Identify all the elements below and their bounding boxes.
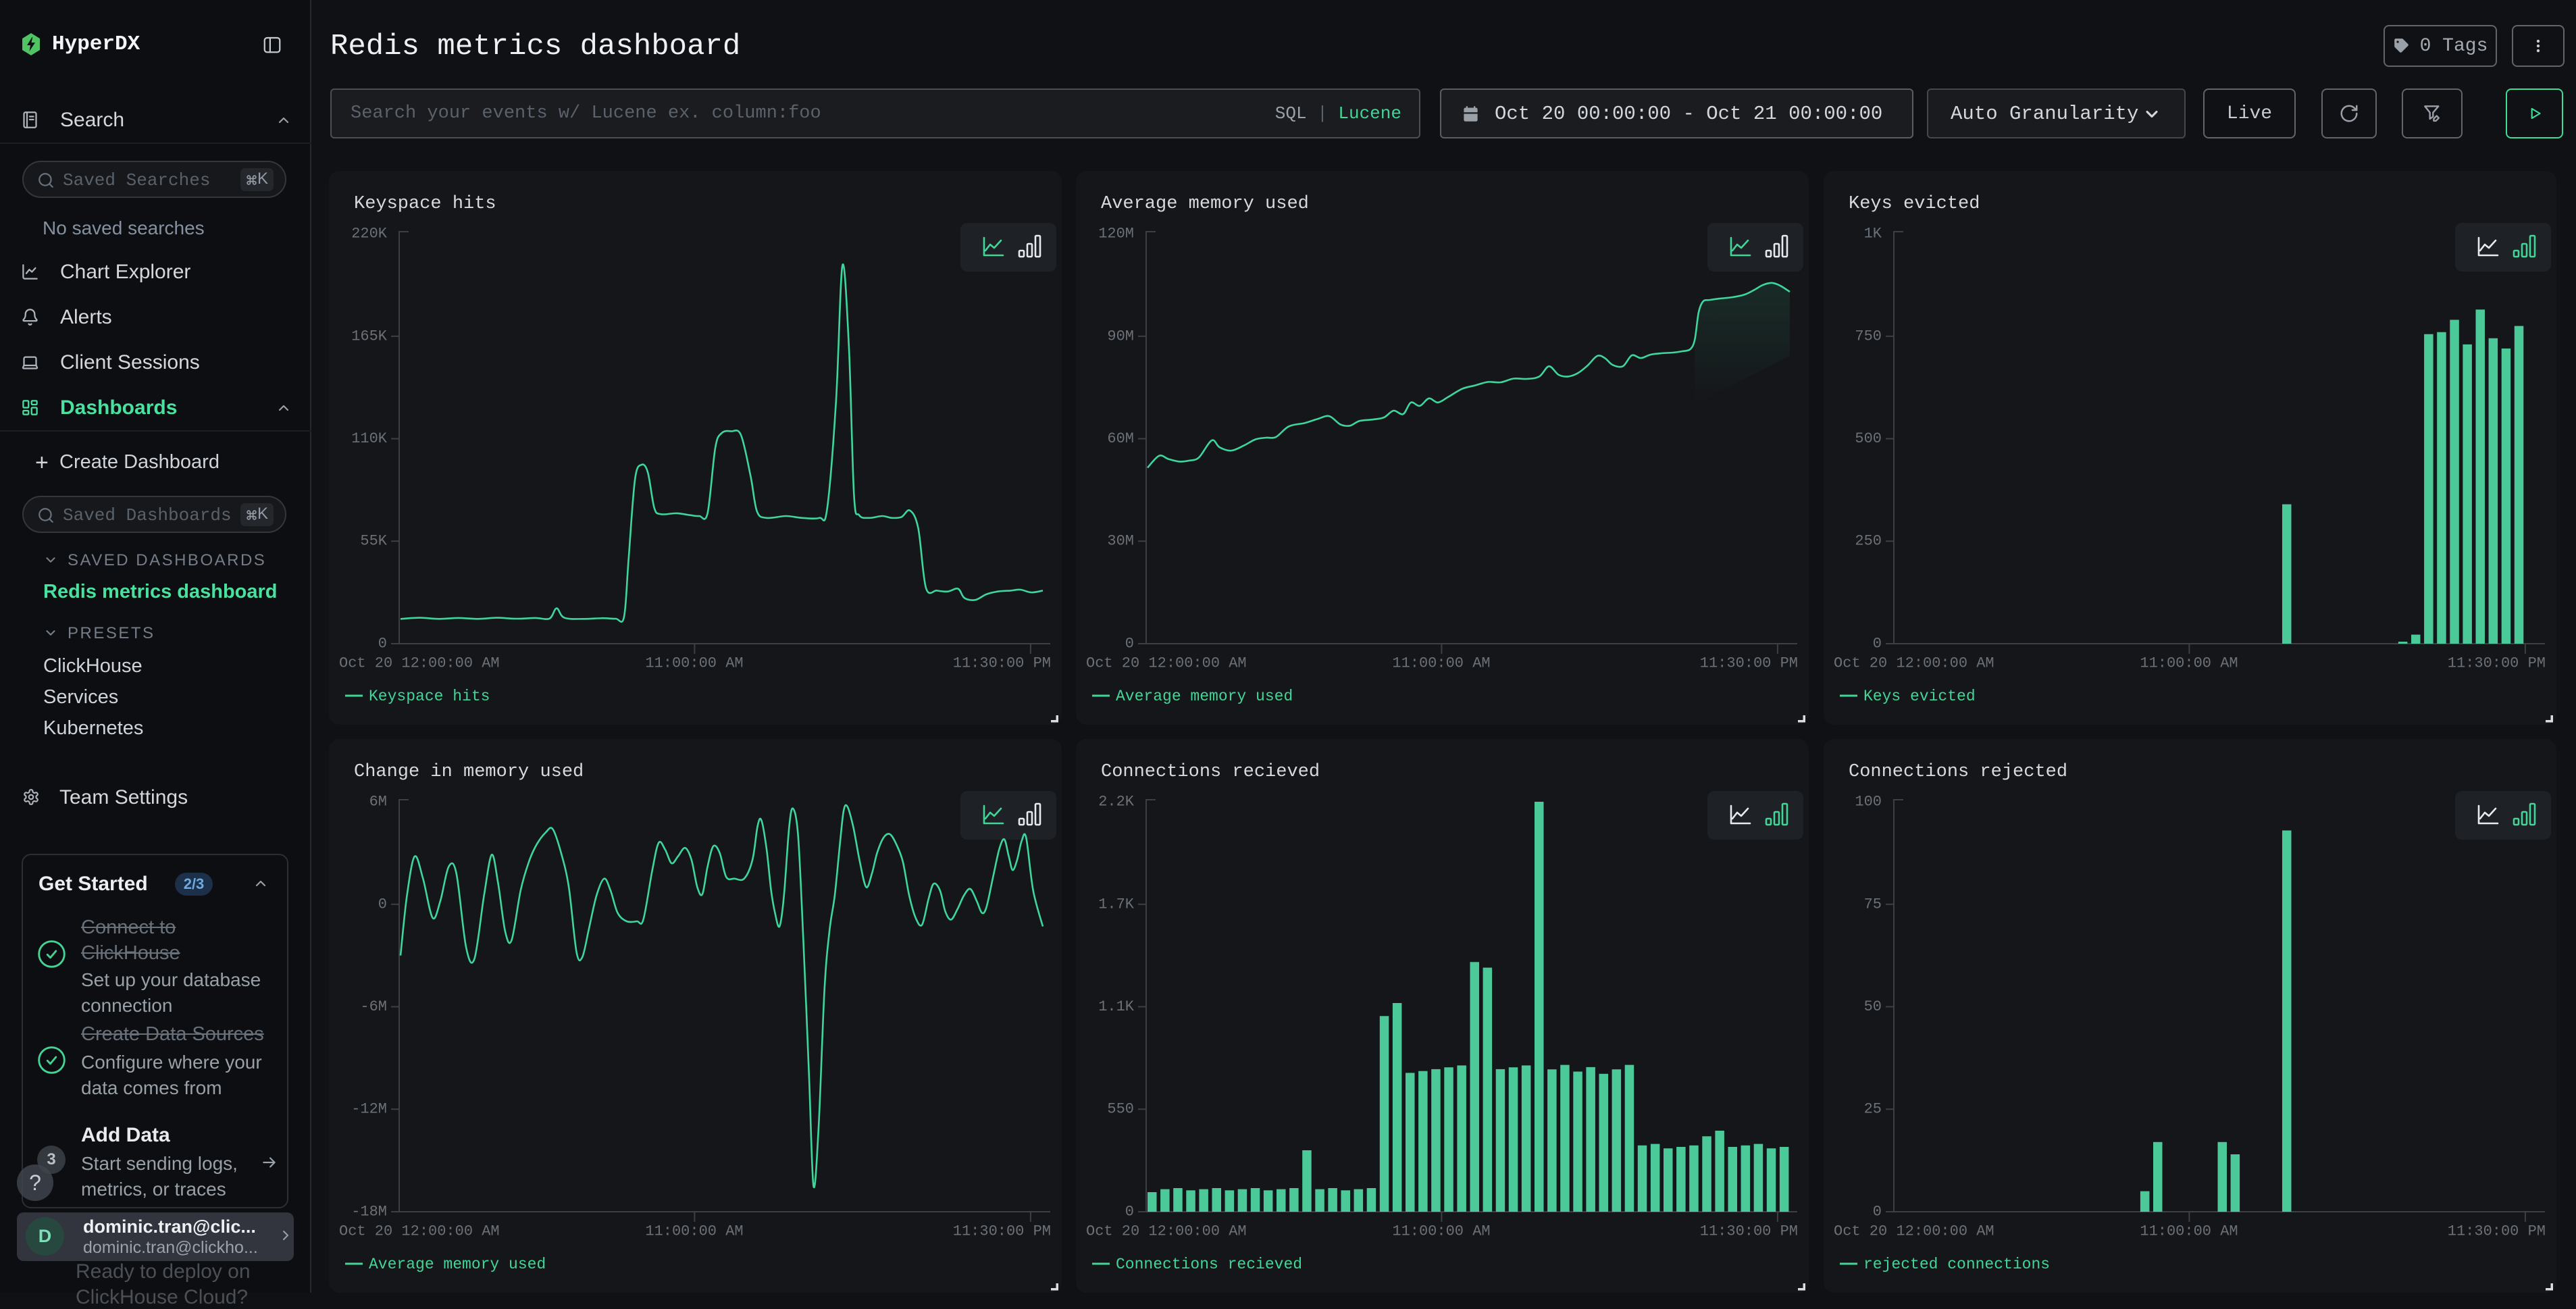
svg-text:Connections recieved: Connections recieved xyxy=(1116,1256,1302,1273)
svg-text:-18M: -18M xyxy=(351,1204,387,1221)
svg-text:Connections rejected: Connections rejected xyxy=(1849,762,2067,782)
svg-text:11:00:00 AM: 11:00:00 AM xyxy=(2140,655,2238,672)
svg-text:Oct 20 12:00:00 AM: Oct 20 12:00:00 AM xyxy=(1834,655,1994,672)
svg-text:1.7K: 1.7K xyxy=(1098,896,1135,913)
svg-text:90M: 90M xyxy=(1107,328,1134,344)
svg-text:11:00:00 AM: 11:00:00 AM xyxy=(645,655,743,672)
svg-text:11:00:00 AM: 11:00:00 AM xyxy=(645,1223,743,1240)
svg-text:0: 0 xyxy=(378,636,387,652)
svg-text:Average memory used: Average memory used xyxy=(369,1256,546,1273)
svg-text:165K: 165K xyxy=(351,328,388,344)
svg-text:55K: 55K xyxy=(360,533,387,550)
svg-text:Change in memory used: Change in memory used xyxy=(354,762,584,782)
svg-text:0: 0 xyxy=(1873,1204,1882,1221)
svg-text:Oct 20 12:00:00 AM: Oct 20 12:00:00 AM xyxy=(339,1223,500,1240)
svg-text:Keyspace hits: Keyspace hits xyxy=(354,194,496,214)
svg-text:0: 0 xyxy=(1125,636,1134,652)
svg-text:120M: 120M xyxy=(1098,226,1134,242)
svg-text:60M: 60M xyxy=(1107,430,1134,447)
svg-text:550: 550 xyxy=(1107,1101,1134,1118)
svg-text:-6M: -6M xyxy=(360,998,387,1015)
svg-text:0: 0 xyxy=(1873,636,1882,652)
svg-text:11:30:00 PM: 11:30:00 PM xyxy=(953,655,1051,672)
svg-text:Keyspace hits: Keyspace hits xyxy=(369,688,490,705)
svg-text:2.2K: 2.2K xyxy=(1098,794,1135,811)
svg-text:-12M: -12M xyxy=(351,1101,387,1118)
svg-text:11:30:00 PM: 11:30:00 PM xyxy=(1700,655,1798,672)
svg-text:11:30:00 PM: 11:30:00 PM xyxy=(2448,1223,2546,1240)
svg-text:Average memory used: Average memory used xyxy=(1116,688,1293,705)
svg-text:11:00:00 AM: 11:00:00 AM xyxy=(1392,655,1490,672)
svg-text:11:30:00 PM: 11:30:00 PM xyxy=(953,1223,1051,1240)
svg-text:Oct 20 12:00:00 AM: Oct 20 12:00:00 AM xyxy=(1086,1223,1247,1240)
svg-text:11:30:00 PM: 11:30:00 PM xyxy=(2448,655,2546,672)
svg-text:6M: 6M xyxy=(369,794,387,811)
svg-text:500: 500 xyxy=(1855,430,1882,447)
svg-text:Oct 20 12:00:00 AM: Oct 20 12:00:00 AM xyxy=(1834,1223,1994,1240)
svg-text:50: 50 xyxy=(1864,998,1882,1015)
svg-text:0: 0 xyxy=(378,896,387,913)
svg-text:Average memory used: Average memory used xyxy=(1101,194,1309,214)
svg-text:250: 250 xyxy=(1855,533,1882,550)
svg-text:100: 100 xyxy=(1855,794,1882,811)
svg-text:Oct 20 12:00:00 AM: Oct 20 12:00:00 AM xyxy=(339,655,500,672)
svg-text:1K: 1K xyxy=(1864,226,1882,242)
svg-text:Keys evicted: Keys evicted xyxy=(1849,194,1980,214)
svg-text:30M: 30M xyxy=(1107,533,1134,550)
svg-text:rejected connections: rejected connections xyxy=(1863,1256,2050,1273)
svg-text:25: 25 xyxy=(1864,1101,1882,1118)
svg-text:0: 0 xyxy=(1125,1204,1134,1221)
svg-text:220K: 220K xyxy=(351,226,388,242)
svg-text:Connections recieved: Connections recieved xyxy=(1101,762,1320,782)
svg-text:11:00:00 AM: 11:00:00 AM xyxy=(2140,1223,2238,1240)
svg-text:Keys evicted: Keys evicted xyxy=(1863,688,1976,705)
svg-text:110K: 110K xyxy=(351,430,388,447)
svg-text:750: 750 xyxy=(1855,328,1882,344)
svg-text:11:00:00 AM: 11:00:00 AM xyxy=(1392,1223,1490,1240)
svg-text:11:30:00 PM: 11:30:00 PM xyxy=(1700,1223,1798,1240)
svg-text:75: 75 xyxy=(1864,896,1882,913)
svg-text:1.1K: 1.1K xyxy=(1098,998,1135,1015)
svg-text:Oct 20 12:00:00 AM: Oct 20 12:00:00 AM xyxy=(1086,655,1247,672)
